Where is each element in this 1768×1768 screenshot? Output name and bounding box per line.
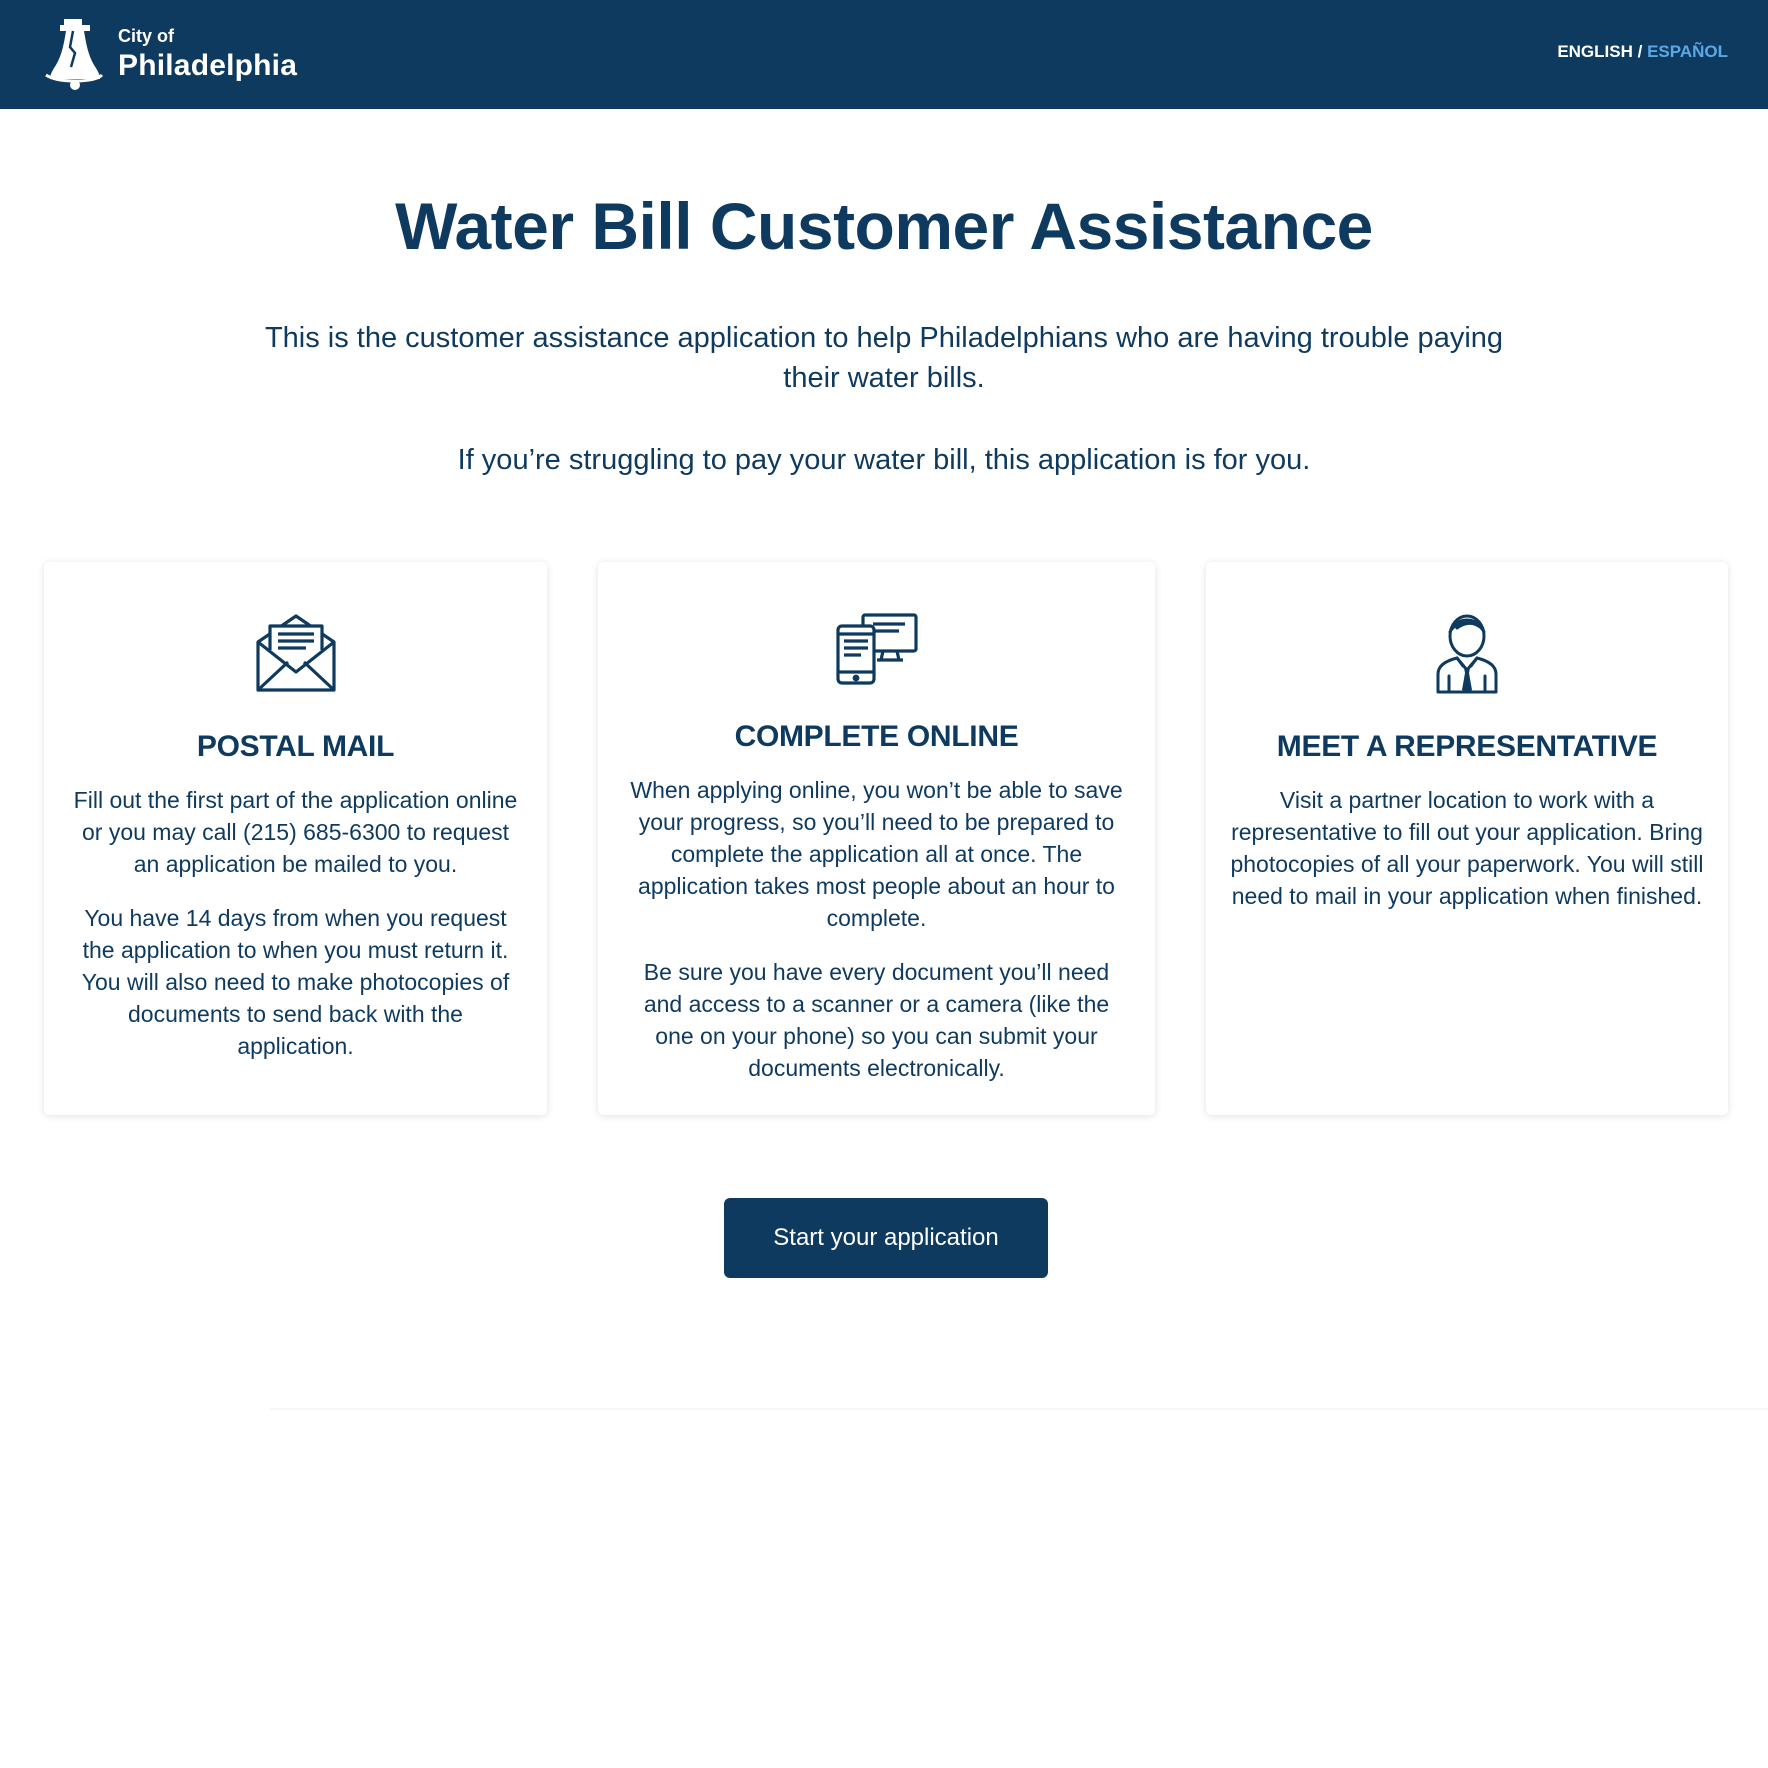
card-paragraph: You have 14 days from when you request t…: [81, 905, 510, 1059]
lang-english-link[interactable]: ENGLISH: [1557, 42, 1633, 61]
card-paragraph: Visit a partner location to work with a …: [1230, 787, 1704, 909]
logo-philadelphia: Philadelphia: [118, 49, 298, 82]
devices-icon: [835, 613, 918, 685]
lang-spanish-link[interactable]: ESPAÑOL: [1647, 42, 1728, 61]
card-paragraph: Be sure you have every document you’ll n…: [643, 959, 1110, 1081]
intro-text: This is the customer assistance applicat…: [264, 322, 1504, 394]
logo-city-of: City of: [118, 26, 174, 46]
language-switcher: ENGLISH / ESPAÑOL: [1557, 42, 1728, 62]
liberty-bell-icon: [45, 19, 104, 90]
complete-online-card: COMPLETE ONLINE When applying online, yo…: [598, 562, 1155, 1115]
card-title: POSTAL MAIL: [196, 730, 395, 763]
card-body: Fill out the first part of the applicati…: [68, 784, 523, 1062]
intro-subtext: If you’re struggling to pay your water b…: [457, 444, 1311, 476]
card-paragraph: Fill out the first part of the applicati…: [73, 787, 518, 877]
lang-separator: /: [1637, 42, 1643, 61]
card-body: When applying online, you won’t be able …: [622, 774, 1131, 1084]
envelope-icon: [255, 614, 336, 692]
postal-mail-card: POSTAL MAIL Fill out the first part of t…: [44, 562, 547, 1115]
card-title: COMPLETE ONLINE: [734, 720, 1019, 753]
divider: [270, 1408, 1768, 1410]
logo-text: City of Philadelphia: [118, 27, 297, 81]
site-header: City of Philadelphia ENGLISH / ESPAÑOL: [0, 0, 1768, 109]
meet-representative-card: MEET A REPRESENTATIVE Visit a partner lo…: [1206, 562, 1728, 1115]
city-logo-link[interactable]: City of Philadelphia: [42, 14, 297, 94]
card-paragraph: When applying online, you won’t be able …: [630, 777, 1123, 931]
representative-icon: [1436, 614, 1498, 694]
page-title: Water Bill Customer Assistance: [395, 189, 1373, 263]
card-title: MEET A REPRESENTATIVE: [1276, 730, 1658, 763]
start-application-button[interactable]: Start your application: [724, 1198, 1048, 1278]
card-body: Visit a partner location to work with a …: [1230, 784, 1704, 912]
